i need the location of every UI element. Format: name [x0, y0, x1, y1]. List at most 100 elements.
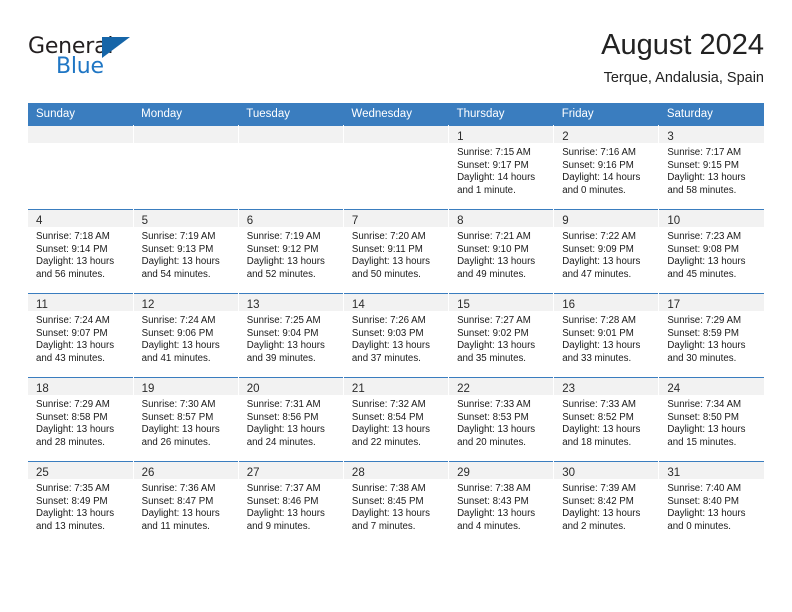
sunset-text: Sunset: 8:54 PM: [351, 411, 424, 423]
sunset-text: Sunset: 8:46 PM: [246, 495, 319, 507]
title-block: August 2024 Terque, Andalusia, Spain: [601, 28, 764, 88]
calendar-week-row: 1 Sunrise: 7:15 AM Sunset: 9:17 PM Dayli…: [28, 125, 764, 210]
day-details: Sunrise: 7:28 AM Sunset: 9:01 PM Dayligh…: [554, 311, 658, 365]
day-number-strip: 20: [238, 378, 343, 395]
sunset-text: Sunset: 9:03 PM: [351, 327, 424, 339]
day-number-strip: 2: [554, 126, 659, 143]
day-details: Sunrise: 7:38 AM Sunset: 8:43 PM Dayligh…: [449, 479, 553, 533]
day-cell-empty: [28, 125, 134, 210]
sunrise-text: Sunrise: 7:25 AM: [246, 315, 321, 326]
day-details: Sunrise: 7:24 AM Sunset: 9:07 PM Dayligh…: [28, 311, 133, 365]
sunset-text: Sunset: 8:47 PM: [141, 495, 214, 507]
day-number: 1: [457, 131, 464, 143]
day-cell[interactable]: 31 Sunrise: 7:40 AM Sunset: 8:40 PM Dayl…: [658, 461, 764, 545]
day-cell[interactable]: 16 Sunrise: 7:28 AM Sunset: 9:01 PM Dayl…: [553, 293, 660, 378]
day-number: 4: [36, 215, 43, 227]
day-cell[interactable]: 5 Sunrise: 7:19 AM Sunset: 9:13 PM Dayli…: [133, 209, 239, 294]
day-number: 24: [667, 383, 681, 395]
sunrise-text: Sunrise: 7:24 AM: [141, 315, 216, 326]
sunset-text: Sunset: 8:59 PM: [667, 327, 739, 339]
daylight-text-line2: and 45 minutes.: [667, 268, 737, 280]
day-cell[interactable]: 15 Sunrise: 7:27 AM Sunset: 9:02 PM Dayl…: [448, 293, 555, 378]
daylight-text-line1: Daylight: 13 hours: [457, 508, 536, 519]
day-cell[interactable]: 21 Sunrise: 7:32 AM Sunset: 8:54 PM Dayl…: [343, 377, 450, 462]
day-details: Sunrise: 7:15 AM Sunset: 9:17 PM Dayligh…: [449, 143, 553, 197]
day-number-strip: 12: [133, 294, 238, 311]
location-subtitle: Terque, Andalusia, Spain: [603, 70, 764, 86]
day-details: Sunrise: 7:16 AM Sunset: 9:16 PM Dayligh…: [554, 143, 658, 197]
general-blue-logo[interactable]: General Blue: [28, 34, 148, 82]
day-cell-empty: [238, 125, 344, 210]
day-cell[interactable]: 9 Sunrise: 7:22 AM Sunset: 9:09 PM Dayli…: [553, 209, 660, 294]
day-number: 30: [562, 467, 575, 479]
sunrise-text: Sunrise: 7:38 AM: [457, 483, 531, 494]
day-cell[interactable]: 2 Sunrise: 7:16 AM Sunset: 9:16 PM Dayli…: [553, 125, 660, 210]
day-number-strip: 29: [449, 462, 554, 479]
day-cell[interactable]: 23 Sunrise: 7:33 AM Sunset: 8:52 PM Dayl…: [553, 377, 660, 462]
day-number: 13: [246, 299, 260, 311]
daylight-text-line2: and 43 minutes.: [36, 352, 105, 364]
day-cell[interactable]: 28 Sunrise: 7:38 AM Sunset: 8:45 PM Dayl…: [343, 461, 450, 545]
day-cell[interactable]: 6 Sunrise: 7:19 AM Sunset: 9:12 PM Dayli…: [238, 209, 344, 294]
day-cell[interactable]: 10 Sunrise: 7:23 AM Sunset: 9:08 PM Dayl…: [658, 209, 764, 294]
sunrise-text: Sunrise: 7:23 AM: [667, 231, 742, 242]
day-details: Sunrise: 7:19 AM Sunset: 9:13 PM Dayligh…: [134, 227, 238, 281]
day-cell[interactable]: 24 Sunrise: 7:34 AM Sunset: 8:50 PM Dayl…: [658, 377, 764, 462]
sunrise-text: Sunrise: 7:37 AM: [246, 483, 321, 494]
day-number: 25: [36, 467, 49, 479]
daylight-text-line2: and 56 minutes.: [36, 268, 105, 280]
day-cell[interactable]: 13 Sunrise: 7:25 AM Sunset: 9:04 PM Dayl…: [238, 293, 344, 378]
day-cell[interactable]: 26 Sunrise: 7:36 AM Sunset: 8:47 PM Dayl…: [133, 461, 239, 545]
sunset-text: Sunset: 9:11 PM: [351, 243, 423, 255]
daylight-text-line1: Daylight: 13 hours: [141, 340, 220, 351]
day-cell[interactable]: 19 Sunrise: 7:30 AM Sunset: 8:57 PM Dayl…: [133, 377, 239, 462]
day-cell[interactable]: 18 Sunrise: 7:29 AM Sunset: 8:58 PM Dayl…: [28, 377, 134, 462]
day-cell[interactable]: 14 Sunrise: 7:26 AM Sunset: 9:03 PM Dayl…: [343, 293, 450, 378]
day-cell[interactable]: 3 Sunrise: 7:17 AM Sunset: 9:15 PM Dayli…: [658, 125, 764, 210]
day-cell[interactable]: 8 Sunrise: 7:21 AM Sunset: 9:10 PM Dayli…: [448, 209, 555, 294]
day-cell[interactable]: 4 Sunrise: 7:18 AM Sunset: 9:14 PM Dayli…: [28, 209, 134, 294]
day-number-strip: 7: [343, 210, 449, 227]
day-number-strip: 8: [449, 210, 554, 227]
day-number: 5: [141, 215, 149, 227]
day-cell[interactable]: 27 Sunrise: 7:37 AM Sunset: 8:46 PM Dayl…: [238, 461, 344, 545]
day-cell-empty: [343, 125, 450, 210]
day-cell[interactable]: 7 Sunrise: 7:20 AM Sunset: 9:11 PM Dayli…: [343, 209, 450, 294]
day-number-strip: 26: [133, 462, 238, 479]
daylight-text-line1: Daylight: 13 hours: [457, 256, 536, 267]
day-cell[interactable]: 30 Sunrise: 7:39 AM Sunset: 8:42 PM Dayl…: [553, 461, 660, 545]
day-details: Sunrise: 7:18 AM Sunset: 9:14 PM Dayligh…: [28, 227, 133, 281]
logo-text-blue: Blue: [56, 54, 104, 79]
sunset-text: Sunset: 8:53 PM: [457, 411, 529, 423]
daylight-text-line2: and 41 minutes.: [141, 352, 211, 364]
day-details: Sunrise: 7:27 AM Sunset: 9:02 PM Dayligh…: [449, 311, 553, 365]
day-number-strip: 5: [133, 210, 238, 227]
day-cell[interactable]: 29 Sunrise: 7:38 AM Sunset: 8:43 PM Dayl…: [448, 461, 555, 545]
day-cell[interactable]: 1 Sunrise: 7:15 AM Sunset: 9:17 PM Dayli…: [448, 125, 555, 210]
day-details: Sunrise: 7:17 AM Sunset: 9:15 PM Dayligh…: [659, 143, 764, 197]
day-details: Sunrise: 7:35 AM Sunset: 8:49 PM Dayligh…: [28, 479, 133, 533]
daylight-text-line1: Daylight: 13 hours: [246, 508, 325, 519]
day-number-strip: 22: [449, 378, 554, 395]
day-cell[interactable]: 11 Sunrise: 7:24 AM Sunset: 9:07 PM Dayl…: [28, 293, 134, 378]
day-cell[interactable]: 12 Sunrise: 7:24 AM Sunset: 9:06 PM Dayl…: [133, 293, 239, 378]
sunset-text: Sunset: 8:52 PM: [562, 411, 634, 423]
sunrise-text: Sunrise: 7:36 AM: [141, 483, 216, 494]
calendar-week-row: 11 Sunrise: 7:24 AM Sunset: 9:07 PM Dayl…: [28, 293, 764, 378]
day-cell[interactable]: 25 Sunrise: 7:35 AM Sunset: 8:49 PM Dayl…: [28, 461, 134, 545]
day-number: 29: [457, 467, 470, 479]
weekday-header-friday: Friday: [553, 103, 659, 126]
daylight-text-line1: Daylight: 13 hours: [667, 256, 746, 267]
daylight-text-line2: and 58 minutes.: [667, 184, 737, 196]
day-cell[interactable]: 17 Sunrise: 7:29 AM Sunset: 8:59 PM Dayl…: [658, 293, 764, 378]
sunset-text: Sunset: 8:50 PM: [667, 411, 739, 423]
daylight-text-line2: and 11 minutes.: [141, 520, 210, 532]
day-cell[interactable]: 22 Sunrise: 7:33 AM Sunset: 8:53 PM Dayl…: [448, 377, 555, 462]
day-cell[interactable]: 20 Sunrise: 7:31 AM Sunset: 8:56 PM Dayl…: [238, 377, 344, 462]
day-number: 23: [562, 383, 575, 395]
day-details: Sunrise: 7:20 AM Sunset: 9:11 PM Dayligh…: [344, 227, 448, 281]
sunset-text: Sunset: 8:42 PM: [562, 495, 634, 507]
daylight-text-line2: and 35 minutes.: [457, 352, 526, 364]
day-number-strip: 27: [238, 462, 343, 479]
sunrise-text: Sunrise: 7:39 AM: [562, 483, 636, 494]
